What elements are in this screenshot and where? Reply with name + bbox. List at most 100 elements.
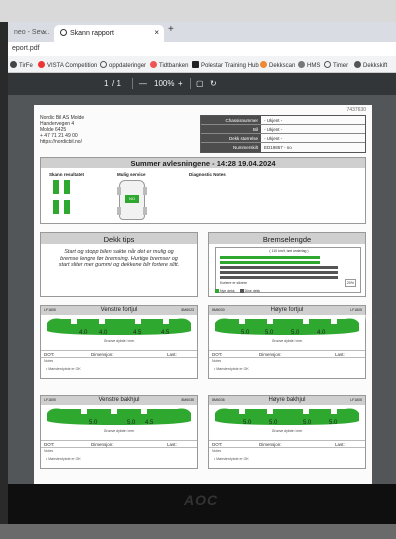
bookmark-item[interactable]: Tidtbanken xyxy=(150,61,188,69)
tread-depth: 5.0 xyxy=(127,420,136,426)
tread-depth: 5.0 xyxy=(89,420,98,426)
brake-bar xyxy=(220,276,338,279)
tread-depth: 5.0 xyxy=(265,330,274,336)
tread-depth: 5.0 xyxy=(243,420,252,426)
info-value: - Ukjent - xyxy=(264,118,283,123)
globe-icon xyxy=(60,29,67,36)
zoom-out-button[interactable]: — xyxy=(139,79,147,88)
monitor-screen: neo - Sev... × Skann rapport × + eport.pdf… xyxy=(8,22,396,484)
info-key: Nummerskilt xyxy=(201,143,261,152)
tyre-note: • Mønsterdybde er OK xyxy=(214,457,249,461)
tread-profile xyxy=(209,405,365,439)
page-number[interactable]: 1 xyxy=(104,79,108,88)
rotate-icon[interactable]: ↻ xyxy=(210,79,217,88)
tyre-card-rear-left: LF1805 Venstre bakhjul 8M6035 5.0 5.0 4.5 … xyxy=(40,395,198,469)
tread-profile xyxy=(209,315,365,349)
car-icon: NO xyxy=(117,180,147,220)
tyre-title: Venstre fortjul xyxy=(100,307,138,313)
info-key: Dekk størrelse xyxy=(201,134,261,142)
vehicle-info-table: Chassisnummer - Ukjent - Bil - Ukjent - De… xyxy=(200,115,366,153)
bookmark-item[interactable]: VISTA Competition xyxy=(38,61,97,69)
report-id: 7437630 xyxy=(346,107,366,113)
browser-tab-active[interactable]: Skann rapport × xyxy=(54,25,164,42)
tread-depth: 4.5 xyxy=(145,420,154,426)
tyre-note: • Mønsterdybde er OK xyxy=(46,367,81,371)
tread-label: Groove dybde i mm xyxy=(103,339,135,343)
close-icon[interactable]: × xyxy=(154,28,159,37)
summary-title: Summer avlesningene - 14:28 19.04.2024 xyxy=(41,158,365,168)
bookmark-item[interactable]: Timer xyxy=(324,61,348,69)
tread-depth: 5.0 xyxy=(269,420,278,426)
notes-label: Diagnostic Notes xyxy=(189,172,226,177)
tire-status-icons xyxy=(53,180,71,220)
service-label: Mulig service xyxy=(117,172,146,177)
toolbar-divider xyxy=(190,78,191,89)
info-value: - Ukjent - xyxy=(264,136,283,141)
brake-bar xyxy=(220,271,338,274)
tips-text: Start og stopp bilen sakte når det er mu… xyxy=(58,249,180,268)
tire-icon xyxy=(53,180,59,194)
brake-bar xyxy=(220,261,320,264)
tread-profile xyxy=(41,315,197,349)
summary-section: Summer avlesningene - 14:28 19.04.2024 S… xyxy=(40,157,366,224)
address-bar[interactable]: eport.pdf xyxy=(8,42,396,56)
brake-legend: Nye dekk Dine dekk xyxy=(215,289,260,293)
brake-bar xyxy=(220,266,338,269)
tread-depth: 4.5 xyxy=(133,330,142,336)
tread-depth: 4.0 xyxy=(317,330,326,336)
info-value: - Ukjent - xyxy=(264,127,283,132)
tread-depth: 5.0 xyxy=(303,420,312,426)
bookmark-item[interactable]: Dekkskift xyxy=(354,61,387,69)
new-tab-button[interactable]: + xyxy=(168,24,174,35)
close-icon[interactable]: × xyxy=(42,28,47,37)
tyre-tips-box: Dekk tips Start og stopp bilen sakte når… xyxy=(40,232,198,297)
tread-profile xyxy=(41,405,197,439)
fit-page-icon[interactable]: ▢ xyxy=(196,79,204,88)
tyre-card-front-right: 8M6030 Høyre fortjul LF1805 5.0 5.0 5.0 4.… xyxy=(208,305,366,379)
browser-tab-bar: neo - Sev... × Skann rapport × + xyxy=(8,22,396,42)
bookmark-item[interactable]: HMS xyxy=(298,61,320,69)
pdf-page: 7437630 Nordic Bil AS Molde Handervegen … xyxy=(34,105,372,484)
brake-percent: 20% xyxy=(344,279,356,287)
tread-label: Groove dybde i mm xyxy=(103,429,135,433)
tire-icon xyxy=(53,200,59,214)
tread-label: Groove dybde i mm xyxy=(271,429,303,433)
zoom-in-button[interactable]: + xyxy=(178,79,183,88)
bookmark-item[interactable]: Dekkscan xyxy=(260,61,295,69)
info-key: Bil xyxy=(201,125,261,133)
info-key: Chassisnummer xyxy=(201,116,261,124)
tyre-title: Høyre bakhjul xyxy=(268,397,306,403)
brake-bar xyxy=(220,256,320,259)
scan-result-label: Skann resultatet xyxy=(49,172,85,177)
brake-axis-label: Kortere er sikrere xyxy=(220,281,248,285)
braking-distance-box: Bremselengde ( 110 km/t, tørt underlag )… xyxy=(208,232,366,297)
info-value: ED19857 - no xyxy=(264,145,292,150)
tyre-card-rear-right: 8M6036 Høyre bakhjul LF1805 5.0 5.0 5.0 5.… xyxy=(208,395,366,469)
plate-badge: NO xyxy=(125,195,139,203)
brake-title: Bremselengde xyxy=(209,233,365,244)
background-wall xyxy=(0,0,396,22)
brake-chart: ( 110 km/t, tørt underlag ) Kortere er s… xyxy=(215,247,361,293)
photo-stage: neo - Sev... × Skann rapport × + eport.pdf… xyxy=(0,0,396,539)
zoom-level[interactable]: 100% xyxy=(154,79,174,88)
tyre-title: Venstre bakhjul xyxy=(98,397,140,403)
bookmark-item[interactable]: oppdateringer xyxy=(100,61,146,69)
tyre-card-front-left: LF1805 Venstre fortjul 8M6023 4.0 4.0 4.5 … xyxy=(40,305,198,379)
tyre-title: Høyre fortjul xyxy=(270,307,304,313)
tread-depth: 4.0 xyxy=(99,330,108,336)
pdf-toolbar: 1 / 1 — 100% + ▢ ↻ xyxy=(8,73,396,95)
browser-tab[interactable]: neo - Sev... × xyxy=(8,25,52,42)
tire-icon xyxy=(64,180,70,194)
bookmark-item[interactable]: TirFe xyxy=(10,61,33,69)
tread-depth: 4.0 xyxy=(79,330,88,336)
brake-subtitle: ( 110 km/t, tørt underlag ) xyxy=(269,249,309,253)
toolbar-divider xyxy=(132,78,133,89)
tyre-note: • Mønsterdybde er OK xyxy=(46,457,81,461)
tread-depth: 5.0 xyxy=(291,330,300,336)
tread-label: Groove dybde i mm xyxy=(271,339,303,343)
tips-title: Dekk tips xyxy=(41,233,197,244)
monitor-bezel: AOC xyxy=(8,484,396,524)
tyre-note: • Mønsterdybde er OK xyxy=(214,367,249,371)
bookmark-item[interactable]: Polestar Training Hub xyxy=(192,61,259,69)
tread-depth: 5.0 xyxy=(241,330,250,336)
